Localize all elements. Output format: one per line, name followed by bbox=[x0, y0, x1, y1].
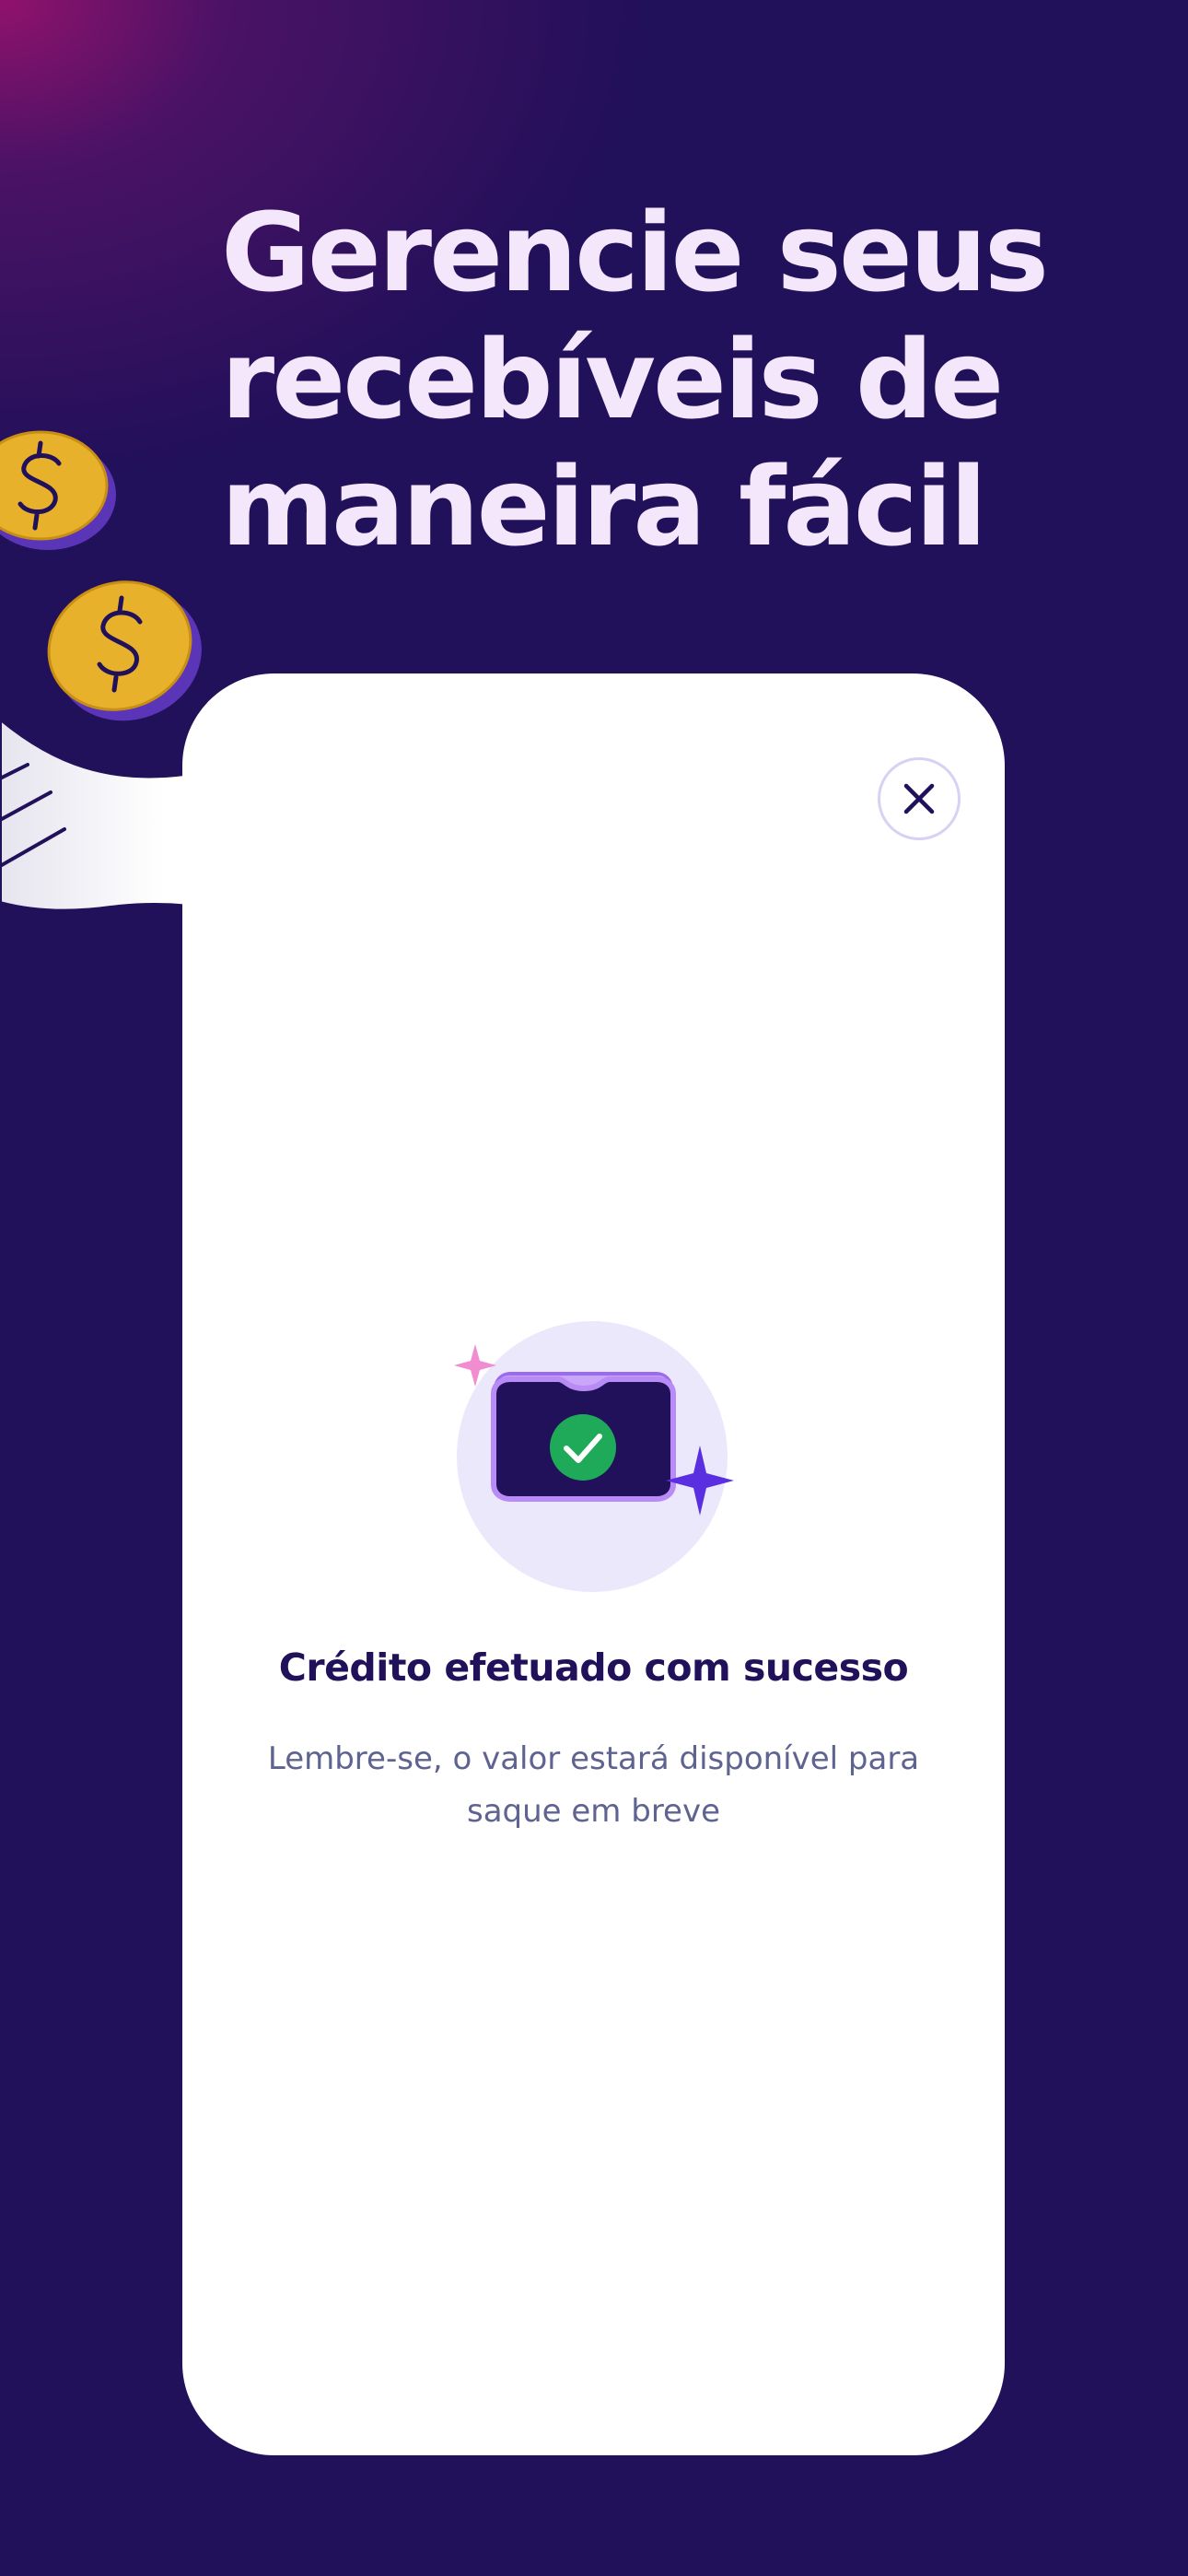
headline-line-2: recebíveis de bbox=[221, 316, 1004, 443]
success-message: Lembre-se, o valor estará disponível par… bbox=[267, 1740, 920, 1830]
dollar-coin-icon bbox=[0, 430, 116, 550]
headline: Gerencie seus recebíveis de maneira fáci… bbox=[221, 189, 1105, 570]
close-icon bbox=[903, 783, 935, 814]
headline-line-1: Gerencie seus bbox=[221, 189, 1049, 316]
success-modal-card: Crédito efetuado com sucesso Lembre-se, … bbox=[182, 673, 1005, 2455]
headline-line-3: maneira fácil bbox=[221, 443, 987, 570]
wallet-check-icon bbox=[454, 1321, 734, 1592]
close-button[interactable] bbox=[878, 757, 961, 840]
success-title: Crédito efetuado com sucesso bbox=[278, 1645, 909, 1690]
